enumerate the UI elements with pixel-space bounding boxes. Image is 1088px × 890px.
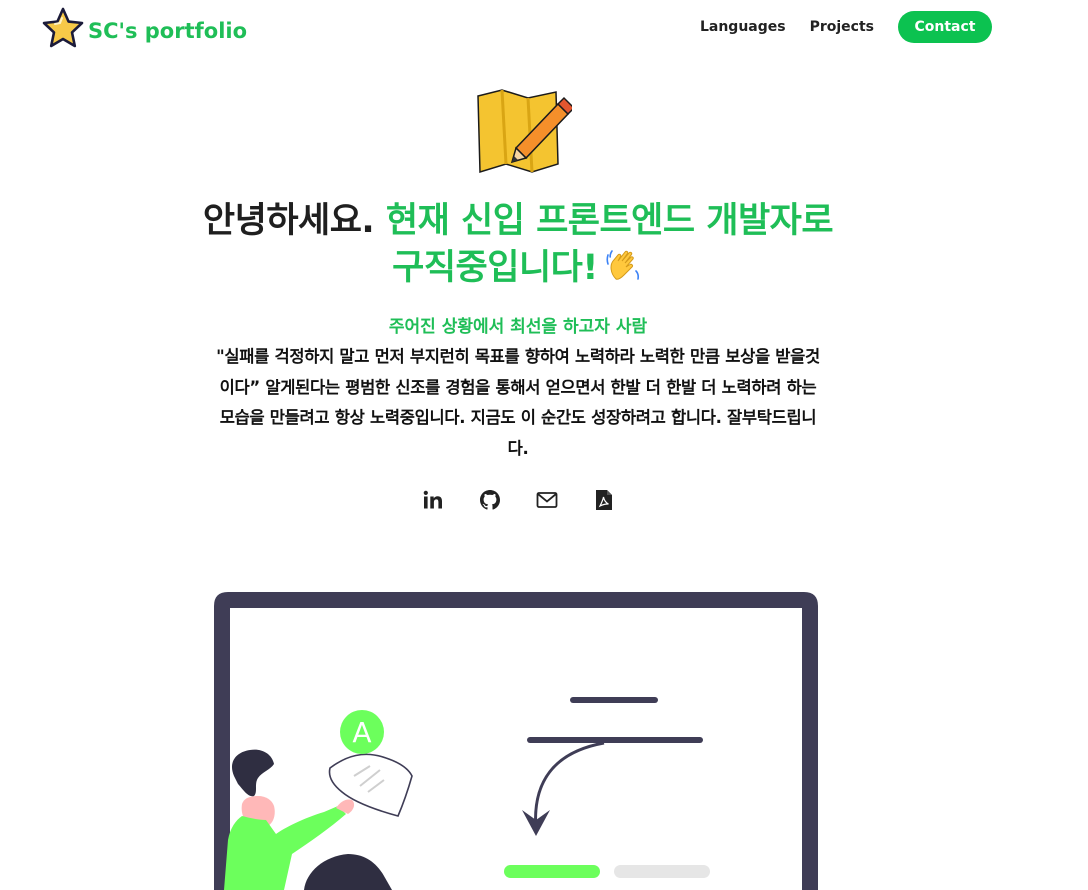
brand-link[interactable]: SC's portfolio	[42, 6, 247, 50]
presentation-illustration: A	[214, 592, 818, 890]
social-links	[420, 488, 648, 512]
map-pencil-icon	[477, 89, 572, 174]
hero-subtitle: 주어진 상황에서 최선을 하고자 사람	[388, 317, 648, 337]
hero-headline: 안녕하세요. 현재 신입 프론트엔드 개발자로 구직중입니다!	[200, 198, 836, 292]
grade-letter: A	[352, 716, 371, 749]
hero-intro: "실패를 걱정하지 말고 먼저 부지런히 목표를 향하여 노력하라 노력한 만큼…	[216, 347, 820, 458]
text-line-long	[527, 737, 703, 743]
mail-icon[interactable]	[534, 488, 560, 512]
brand-name: SC's portfolio	[88, 19, 248, 43]
nav-menu: Languages Projects Contact	[700, 11, 992, 43]
headline-greeting: 안녕하세요.	[202, 201, 375, 241]
github-icon[interactable]	[477, 488, 503, 512]
waving-hand-icon	[606, 250, 639, 280]
linkedin-icon[interactable]	[420, 488, 446, 512]
nav-link-languages[interactable]: Languages	[700, 19, 786, 35]
paper-with-badge: A	[328, 710, 413, 817]
star-logo-icon	[42, 7, 84, 48]
nav-link-projects[interactable]: Projects	[810, 19, 874, 35]
progress-segment-active	[504, 865, 600, 878]
pdf-icon[interactable]	[591, 488, 617, 512]
contact-button[interactable]: Contact	[898, 11, 992, 43]
navbar: SC's portfolio Languages Projects Contac…	[0, 0, 1088, 60]
text-line-short	[570, 697, 658, 703]
progress-segment-inactive	[614, 865, 710, 878]
